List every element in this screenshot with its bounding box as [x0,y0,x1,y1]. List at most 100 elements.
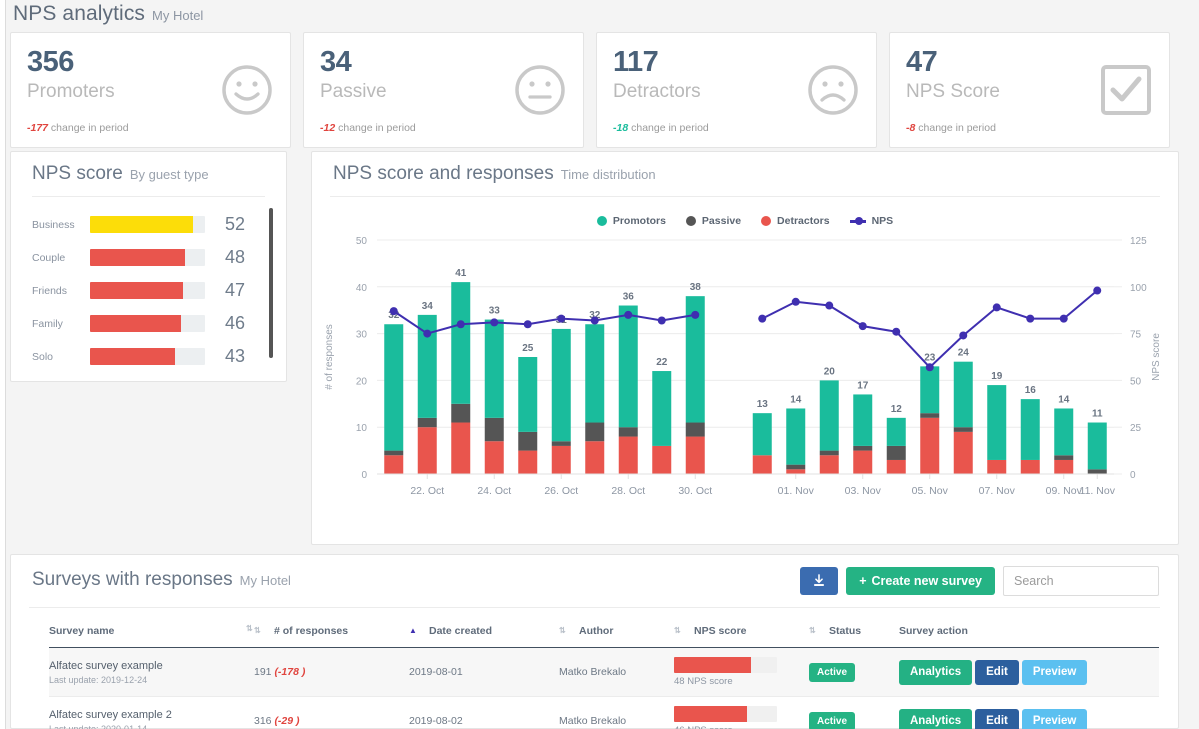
nps-point[interactable] [423,329,432,338]
bar-segment-detractors[interactable] [551,445,571,474]
preview-button[interactable]: Preview [1021,708,1088,729]
guest-type-scrollbar[interactable] [269,208,273,358]
legend-item-detractors[interactable]: Detractors [761,215,830,227]
sort-asc-icon[interactable]: ▲ [409,627,417,635]
bar-segment-promotors[interactable] [484,319,504,418]
column-header-of-responses[interactable]: ⇅ # of responses [254,617,409,648]
nps-point[interactable] [691,310,700,319]
nps-point[interactable] [959,331,968,340]
bar-segment-detractors[interactable] [585,441,605,474]
bar-segment-promotors[interactable] [987,385,1007,460]
nps-point[interactable] [624,310,633,319]
bar-segment-promotors[interactable] [1054,408,1074,456]
bar-segment-passive[interactable] [1054,455,1074,460]
bar-segment-promotors[interactable] [1087,422,1107,470]
bar-segment-detractors[interactable] [886,459,906,474]
nps-point[interactable] [925,363,934,372]
bar-segment-detractors[interactable] [451,422,471,474]
download-button[interactable] [800,567,839,595]
nps-point[interactable] [490,318,499,327]
search-input[interactable] [1003,566,1159,596]
bar-segment-promotors[interactable] [819,380,839,451]
bar-segment-promotors[interactable] [618,305,638,428]
column-header-status[interactable]: ⇅ Status [809,617,899,648]
nps-point[interactable] [456,320,465,329]
bar-segment-passive[interactable] [451,403,471,423]
analytics-button[interactable]: Analytics [899,708,973,729]
edit-button[interactable]: Edit [975,659,1019,685]
column-header-nps-score[interactable]: ⇅ NPS score [674,617,809,648]
column-header-date-created[interactable]: ▲ Date created [409,617,559,648]
legend-item-promotors[interactable]: Promotors [596,215,666,227]
nps-point[interactable] [590,316,599,325]
bar-segment-promotors[interactable] [953,361,973,428]
nps-point[interactable] [389,307,398,316]
bar-segment-detractors[interactable] [819,455,839,474]
bar-segment-passive[interactable] [618,427,638,437]
bar-segment-passive[interactable] [551,441,571,446]
bar-segment-detractors[interactable] [1020,459,1040,474]
bar-segment-passive[interactable] [920,413,940,418]
bar-segment-detractors[interactable] [786,469,806,474]
bar-segment-promotors[interactable] [786,408,806,465]
bar-segment-detractors[interactable] [618,436,638,474]
bar-segment-passive[interactable] [384,450,404,456]
bar-segment-promotors[interactable] [886,417,906,446]
column-header-survey-action[interactable]: Survey action [899,617,1159,648]
bar-segment-promotors[interactable] [920,366,940,414]
sort-icon[interactable]: ⇅ [246,625,254,633]
bar-segment-promotors[interactable] [752,413,772,456]
bar-segment-passive[interactable] [853,445,873,451]
bar-segment-promotors[interactable] [551,328,571,442]
nps-point[interactable] [992,303,1001,312]
nps-point[interactable] [1059,314,1068,323]
bar-segment-promotors[interactable] [652,371,672,446]
bar-segment-passive[interactable] [886,445,906,460]
bar-segment-detractors[interactable] [518,450,538,474]
bar-segment-passive[interactable] [786,464,806,470]
bar-segment-promotors[interactable] [384,324,404,451]
bar-segment-detractors[interactable] [953,431,973,474]
table-row[interactable]: Alfatec survey example 2 Last update: 202… [49,696,1159,729]
bar-segment-passive[interactable] [685,422,705,437]
sort-icon[interactable]: ⇅ [559,627,567,635]
nps-point[interactable] [858,322,867,331]
nps-point[interactable] [1093,286,1102,295]
nps-point[interactable] [892,327,901,336]
nps-point[interactable] [657,316,666,325]
preview-button[interactable]: Preview [1021,659,1088,685]
bar-segment-passive[interactable] [819,450,839,456]
legend-item-nps[interactable]: NPS [849,215,893,227]
bar-segment-detractors[interactable] [920,417,940,474]
bar-segment-promotors[interactable] [451,282,471,404]
bar-segment-detractors[interactable] [384,455,404,474]
bar-segment-detractors[interactable] [853,450,873,474]
sort-icon[interactable]: ⇅ [254,627,262,635]
bar-segment-detractors[interactable] [652,445,672,474]
bar-segment-passive[interactable] [953,427,973,432]
bar-segment-promotors[interactable] [518,357,538,432]
bar-segment-passive[interactable] [518,431,538,451]
bar-segment-passive[interactable] [585,422,605,442]
bar-segment-detractors[interactable] [752,455,772,474]
create-new-survey-button[interactable]: + Create new survey [846,567,995,595]
bar-segment-promotors[interactable] [1020,399,1040,460]
nps-point[interactable] [758,314,767,323]
bar-segment-detractors[interactable] [484,441,504,474]
edit-button[interactable]: Edit [975,708,1019,729]
bar-segment-promotors[interactable] [853,394,873,446]
bar-segment-passive[interactable] [417,417,437,428]
bar-segment-promotors[interactable] [585,324,605,423]
survey-name[interactable]: Alfatec survey example [49,660,254,672]
survey-name[interactable]: Alfatec survey example 2 [49,709,254,721]
bar-segment-detractors[interactable] [685,436,705,474]
nps-point[interactable] [523,320,532,329]
bar-segment-detractors[interactable] [417,427,437,474]
sort-icon[interactable]: ⇅ [809,627,817,635]
nps-point[interactable] [557,314,566,323]
column-header-author[interactable]: ⇅ Author [559,617,674,648]
nps-point[interactable] [1026,314,1035,323]
sort-icon[interactable]: ⇅ [674,627,682,635]
analytics-button[interactable]: Analytics [899,659,973,685]
nps-point[interactable] [825,301,834,310]
